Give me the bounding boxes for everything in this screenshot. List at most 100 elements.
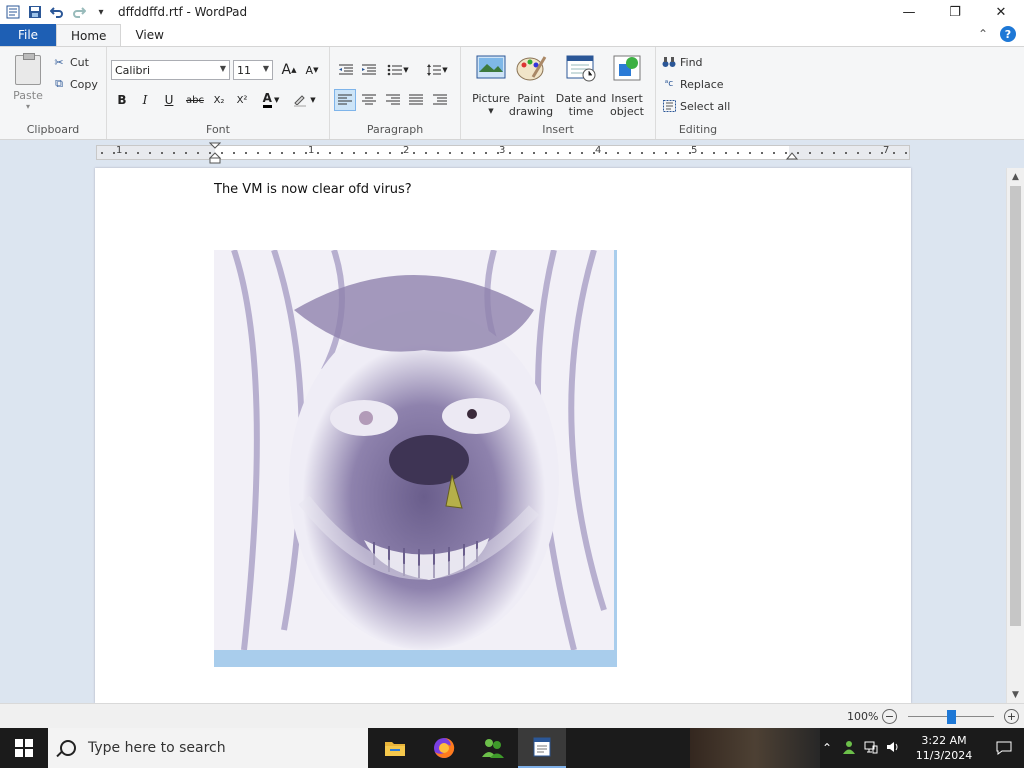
paint-drawing-button[interactable]: Paint drawing [507, 53, 555, 118]
object-icon [613, 55, 641, 81]
ruler-tick [377, 152, 379, 154]
line-spacing-icon[interactable]: ▼ [422, 59, 452, 81]
vertical-scrollbar[interactable]: ▲ ▼ [1006, 168, 1024, 703]
scroll-thumb[interactable] [1010, 186, 1021, 626]
taskbar-search[interactable]: Type here to search [48, 728, 368, 768]
ruler-number: 2 [403, 145, 410, 156]
ruler-tick [149, 152, 151, 154]
ruler-tick [761, 152, 763, 154]
maximize-button[interactable]: ❐ [932, 0, 978, 24]
chevron-up-icon[interactable]: ⌃ [816, 741, 838, 755]
users-app-icon[interactable] [469, 728, 517, 768]
highlight-color-button[interactable]: ▼ [289, 89, 319, 111]
text-color-icon: A [262, 92, 272, 108]
ruler-tick [413, 152, 415, 154]
ruler-tick [833, 152, 835, 154]
italic-button[interactable]: I [134, 89, 156, 111]
tab-home[interactable]: Home [56, 24, 122, 46]
find-button[interactable]: Find [662, 55, 703, 69]
align-left-icon[interactable] [334, 89, 356, 111]
ribbon-tabs: File Home View [0, 24, 1024, 46]
collapse-ribbon-icon[interactable]: ⌃ [978, 27, 988, 41]
paste-dropdown-icon[interactable]: ▾ [8, 102, 48, 111]
minimize-button[interactable]: — [886, 0, 932, 24]
firefox-icon[interactable] [420, 728, 468, 768]
highlighter-icon [294, 95, 307, 107]
network-icon[interactable] [860, 740, 882, 757]
close-button[interactable]: ✕ [978, 0, 1024, 24]
clipboard-group: Paste ▾ ✂ Cut ⧉ Copy Clipboard [0, 47, 107, 139]
clipboard-group-label: Clipboard [26, 123, 80, 136]
zoom-slider-thumb[interactable] [947, 710, 956, 724]
replace-button[interactable]: ᵃc Replace [662, 77, 724, 91]
copy-button[interactable]: ⧉ Copy [52, 77, 98, 91]
cut-button[interactable]: ✂ Cut [52, 55, 89, 69]
paint-label-1: Paint [517, 92, 545, 105]
ruler-tick [797, 152, 799, 154]
ruler-tick [677, 152, 679, 154]
status-bar: 100% − + [0, 703, 1024, 728]
redo-icon[interactable] [70, 3, 88, 21]
start-button[interactable] [0, 728, 48, 768]
grow-font-button[interactable]: A ▲ [278, 59, 300, 81]
wordpad-taskbar-icon[interactable] [518, 728, 566, 768]
font-family-select[interactable]: Calibri ▼ [111, 60, 230, 80]
embedded-image[interactable] [214, 250, 614, 650]
ruler-tick [125, 152, 127, 154]
zoom-in-button[interactable]: + [1004, 709, 1019, 724]
zoom-out-button[interactable]: − [882, 709, 897, 724]
file-explorer-icon[interactable] [371, 728, 419, 768]
increase-indent-icon[interactable] [358, 59, 380, 81]
ruler-tick [689, 152, 691, 154]
bullet-list-icon[interactable]: ▼ [383, 59, 413, 81]
tab-view[interactable]: View [121, 24, 177, 46]
clock[interactable]: 3:22 AM 11/3/2024 [904, 733, 984, 763]
taskbar: Type here to search ⌃ 3:22 AM 11/3/2024 [0, 728, 1024, 768]
ruler-tick [185, 152, 187, 154]
paragraph-settings-icon[interactable] [429, 89, 451, 111]
wordpad-app-icon[interactable] [4, 3, 22, 21]
tab-file[interactable]: File [0, 24, 56, 46]
shrink-font-button[interactable]: A ▼ [301, 59, 323, 81]
zoom-level: 100% [847, 710, 879, 723]
quick-access-toolbar: ▾ [0, 3, 110, 21]
ruler-number: 1 [308, 145, 315, 156]
undo-icon[interactable] [48, 3, 66, 21]
horizontal-ruler[interactable]: 1 1 2 3 4 5 7 [96, 142, 910, 164]
scroll-up-icon[interactable]: ▲ [1007, 168, 1024, 185]
ruler-tick [221, 152, 223, 154]
align-right-icon[interactable] [382, 89, 404, 111]
ruler-tick [269, 152, 271, 154]
select-all-icon [662, 99, 676, 113]
font-size-select[interactable]: 11 ▼ [233, 60, 273, 80]
ruler-tick [401, 152, 403, 154]
superscript-button[interactable]: X² [231, 89, 253, 111]
bold-button[interactable]: B [111, 89, 133, 111]
underline-button[interactable]: U [158, 89, 180, 111]
scroll-down-icon[interactable]: ▼ [1007, 686, 1024, 703]
ruler-tick [305, 152, 307, 154]
ruler-tick [485, 152, 487, 154]
chevron-down-icon: ▼ [262, 64, 269, 73]
align-center-icon[interactable] [358, 89, 380, 111]
select-all-button[interactable]: Select all [662, 99, 730, 113]
justify-icon[interactable] [405, 89, 427, 111]
windows-logo-icon [15, 739, 33, 757]
calendar-clock-icon [566, 55, 596, 82]
ruler-tick [461, 152, 463, 154]
help-icon[interactable]: ? [1000, 26, 1016, 42]
subscript-button[interactable]: X₂ [208, 89, 230, 111]
text-color-button[interactable]: A ▼ [257, 89, 285, 111]
notification-icon[interactable] [984, 741, 1024, 755]
volume-icon[interactable] [882, 740, 904, 757]
strikethrough-button[interactable]: abc [182, 89, 208, 111]
user-tray-icon[interactable] [838, 740, 860, 757]
customize-qat-icon[interactable]: ▾ [92, 3, 110, 21]
paste-button[interactable]: Paste ▾ [8, 53, 48, 113]
search-placeholder: Type here to search [88, 740, 226, 756]
date-time-button[interactable]: Date and time [555, 53, 607, 118]
save-icon[interactable] [26, 3, 44, 21]
document-text[interactable]: The VM is now clear ofd virus? [214, 182, 412, 197]
insert-object-button[interactable]: Insert object [605, 53, 649, 118]
decrease-indent-icon[interactable] [335, 59, 357, 81]
